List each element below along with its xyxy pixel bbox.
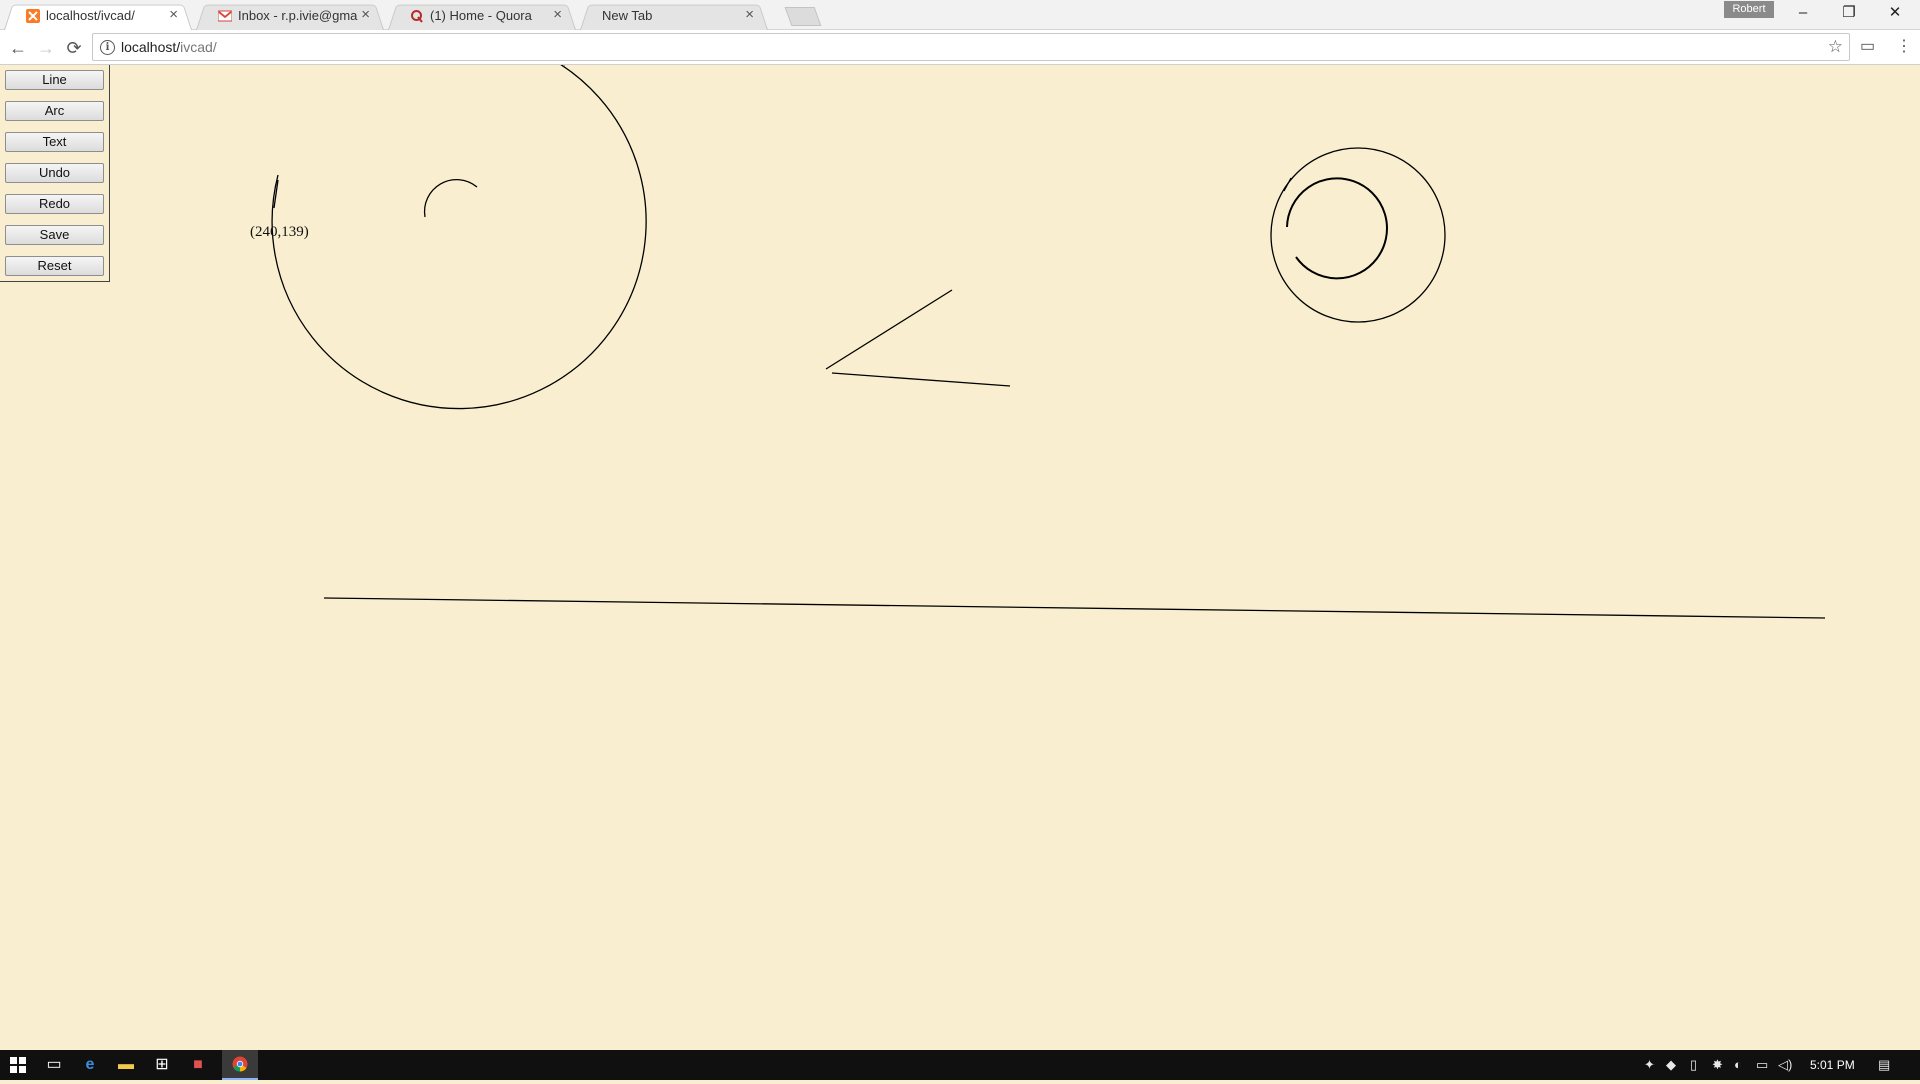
tab-new-tab[interactable]: New Tab × — [580, 2, 768, 30]
file-explorer-icon[interactable]: ▬ — [108, 1050, 144, 1080]
tab-quora[interactable]: (1) Home - Quora × — [388, 2, 576, 30]
redo-button[interactable]: Redo — [5, 194, 104, 214]
usb-icon[interactable]: ▯ — [1690, 1057, 1697, 1073]
cast-icon[interactable]: ▭ — [1860, 36, 1875, 56]
info-icon[interactable]: i — [100, 40, 115, 55]
close-tab-icon[interactable]: × — [361, 6, 370, 24]
cad-page: (240,139) Line Arc Text Undo Redo Save R… — [0, 65, 1920, 1050]
line-segment — [323, 597, 1826, 619]
clock[interactable]: 5:01 PM — [1810, 1058, 1855, 1072]
profile-button[interactable]: Robert — [1724, 1, 1774, 18]
reload-icon[interactable]: ⟳ — [62, 36, 86, 60]
text-button[interactable]: Text — [5, 132, 104, 152]
edge-icon[interactable]: e — [72, 1050, 108, 1080]
drawing-canvas[interactable] — [0, 65, 1920, 1050]
chrome-icon[interactable] — [222, 1050, 258, 1080]
windows-logo-icon — [10, 1057, 26, 1073]
taskbar: ▭ e ▬ ⊞ ■ ✦ ◆ ▯ ✸ ◐ ▭ ◁) 5:01 PM ▤ — [0, 1050, 1920, 1080]
volume-icon[interactable]: ◁) — [1778, 1057, 1792, 1073]
forward-icon[interactable]: → — [34, 36, 58, 60]
inner-arc — [1286, 177, 1388, 280]
steam-icon[interactable]: ◐ — [1734, 1057, 1742, 1072]
small-arc — [423, 178, 478, 218]
line-button[interactable]: Line — [5, 70, 104, 90]
tray-app-icon[interactable]: ✦ — [1644, 1057, 1655, 1073]
start-icon[interactable] — [0, 1050, 36, 1080]
line-segment — [825, 289, 953, 370]
shield-icon[interactable]: ◆ — [1666, 1057, 1676, 1073]
minimize-icon[interactable]: – — [1780, 0, 1826, 26]
browser-toolbar: ← → ⟳ i localhost/ivcad/ ☆ ▭ ⋮ — [0, 30, 1920, 65]
restore-icon[interactable]: ❐ — [1826, 0, 1872, 26]
menu-icon[interactable]: ⋮ — [1896, 36, 1912, 56]
address-bar[interactable]: i localhost/ivcad/ ☆ — [92, 33, 1850, 61]
xampp-icon — [26, 9, 40, 23]
back-icon[interactable]: ← — [6, 36, 30, 60]
close-tab-icon[interactable]: × — [745, 6, 754, 24]
line-segment — [831, 372, 1011, 387]
tab-title: New Tab — [602, 8, 653, 23]
tab-title: (1) Home - Quora — [430, 8, 532, 23]
reset-button[interactable]: Reset — [5, 256, 104, 276]
undo-button[interactable]: Undo — [5, 163, 104, 183]
tool-panel: Line Arc Text Undo Redo Save Reset — [0, 65, 110, 282]
tab-gmail[interactable]: Inbox - r.p.ivie@gmail.co × — [196, 2, 384, 30]
large-circle-arc — [271, 65, 647, 410]
tab-title: Inbox - r.p.ivie@gmail.co — [238, 8, 358, 23]
notifications-icon[interactable]: ▤ — [1878, 1057, 1890, 1073]
app-icon[interactable]: ■ — [180, 1050, 216, 1080]
address-text: localhost/ivcad/ — [121, 39, 217, 55]
outer-circle — [1270, 147, 1446, 323]
tray-app-icon[interactable]: ✸ — [1712, 1057, 1723, 1073]
quora-icon — [411, 10, 423, 23]
close-tab-icon[interactable]: × — [553, 6, 562, 24]
tab-strip: localhost/ivcad/ × Inbox - r.p.ivie@gmai… — [0, 0, 1920, 30]
tab-localhost[interactable]: localhost/ivcad/ × — [4, 2, 192, 30]
store-icon[interactable]: ⊞ — [144, 1050, 180, 1080]
address-path: ivcad/ — [180, 39, 217, 55]
close-tab-icon[interactable]: × — [169, 6, 178, 24]
address-host: localhost/ — [121, 39, 181, 55]
close-window-icon[interactable]: ✕ — [1872, 0, 1918, 26]
chrome-logo-icon — [232, 1056, 248, 1072]
new-tab-button[interactable] — [784, 7, 822, 26]
gmail-icon — [218, 10, 232, 22]
inner-arc-tail — [1283, 177, 1292, 192]
tab-title: localhost/ivcad/ — [46, 8, 135, 23]
network-icon[interactable]: ▭ — [1756, 1057, 1768, 1073]
cursor-coordinates: (240,139) — [250, 224, 309, 240]
save-button[interactable]: Save — [5, 225, 104, 245]
bookmark-star-icon[interactable]: ☆ — [1828, 37, 1843, 57]
arc-button[interactable]: Arc — [5, 101, 104, 121]
task-view-icon[interactable]: ▭ — [36, 1050, 72, 1080]
